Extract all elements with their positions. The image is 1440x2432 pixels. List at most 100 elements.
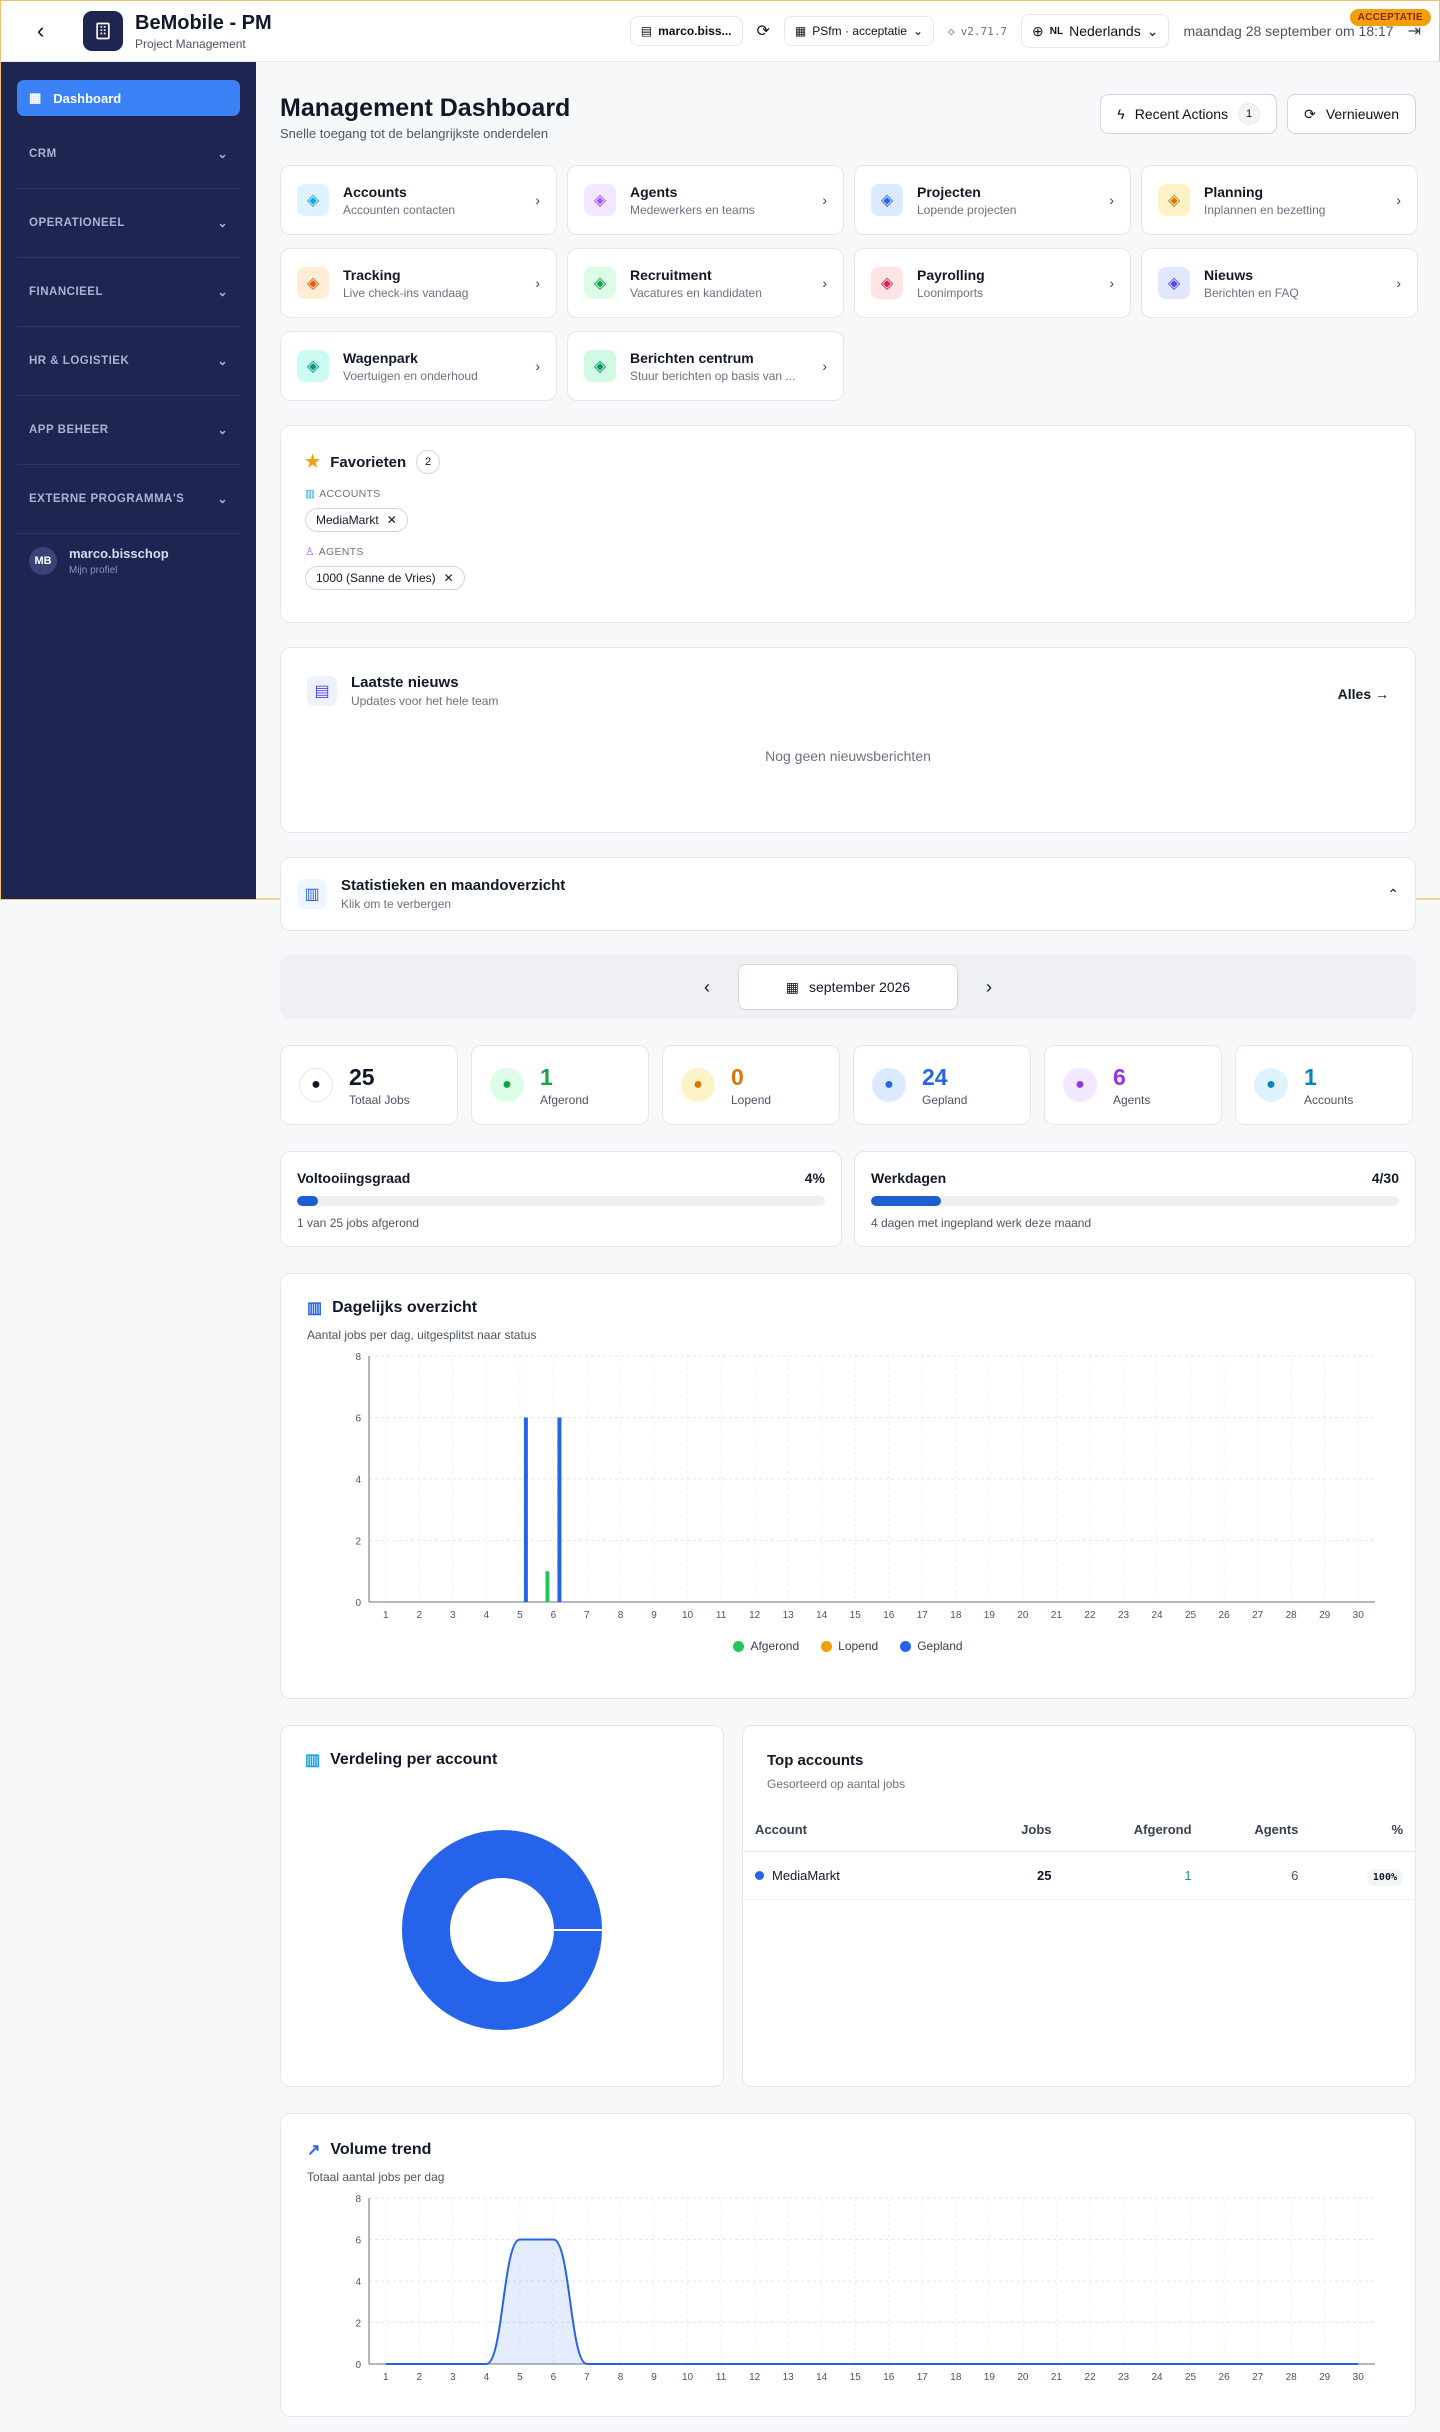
account-color-dot xyxy=(755,1870,764,1880)
kpi-agents: ● 6 Agents xyxy=(1044,1045,1222,1125)
x-tick-label: 15 xyxy=(850,2372,862,2383)
sidebar-section-financieel[interactable]: FINANCIEEL ⌄ xyxy=(17,258,240,327)
news-card: ▤ Laatste nieuws Updates voor het hele t… xyxy=(280,647,1416,833)
x-tick-label: 15 xyxy=(850,1610,862,1621)
column-header[interactable]: Agents xyxy=(1191,1809,1299,1852)
quick-link-wagenpark[interactable]: ◈ Wagenpark Voertuigen en onderhoud › xyxy=(280,331,557,401)
quick-link-tracking[interactable]: ◈ Tracking Live check-ins vandaag › xyxy=(280,248,557,318)
x-tick-label: 4 xyxy=(484,1610,490,1621)
x-tick-label: 25 xyxy=(1185,2372,1197,2383)
tile-title: Wagenpark xyxy=(343,349,418,366)
quick-link-recruitment[interactable]: ◈ Recruitment Vacatures en kandidaten › xyxy=(567,248,844,318)
x-tick-label: 27 xyxy=(1252,2372,1264,2383)
bar-gepland-day-6[interactable] xyxy=(557,1417,562,1603)
column-header[interactable]: Jobs xyxy=(977,1809,1052,1852)
kpi-totaal-jobs: ● 25 Totaal Jobs xyxy=(280,1045,458,1125)
x-tick-label: 14 xyxy=(816,2372,828,2383)
sidebar-section-hr-logistiek[interactable]: HR & LOGISTIEK ⌄ xyxy=(17,327,240,396)
refresh-icon: ⟳ xyxy=(1304,105,1316,122)
quick-link-accounts[interactable]: ◈ Accounts Accounten contacten › xyxy=(280,165,557,235)
page-subtitle: Snelle toegang tot de belangrijkste onde… xyxy=(280,126,549,141)
chevron-down-icon: ⌄ xyxy=(1146,22,1159,39)
kpi-value: 0 xyxy=(731,1063,744,1090)
legend-item[interactable]: Gepland xyxy=(900,1639,963,1653)
bar-gepland-day-5[interactable] xyxy=(523,1417,528,1603)
column-header[interactable]: Account xyxy=(743,1809,978,1852)
kpi-row: ● 25 Totaal Jobs ● 1 Afgerond ● 0 Lopend ● 24 Gepla… xyxy=(280,1045,1416,1125)
sidebar-section-crm[interactable]: CRM ⌄ xyxy=(17,120,240,189)
quick-link-payrolling[interactable]: ◈ Payrolling Loonimports › xyxy=(854,248,1131,318)
refresh-button[interactable]: ⟳ Vernieuwen xyxy=(1287,94,1416,134)
server-selector[interactable]: ▤ marco.biss... xyxy=(629,16,743,46)
favorites-group: ▥ ACCOUNTS xyxy=(305,488,1391,500)
profile-link[interactable]: MB marco.bisschop Mijn profiel xyxy=(17,546,240,576)
x-tick-label: 26 xyxy=(1219,2372,1231,2383)
bar-afgerond-day-6[interactable] xyxy=(545,1571,550,1602)
news-all-link[interactable]: Alles → xyxy=(1338,686,1389,708)
column-header[interactable]: Afgerond xyxy=(1051,1809,1192,1852)
x-tick-label: 4 xyxy=(484,2372,490,2383)
x-tick-label: 7 xyxy=(584,1610,590,1621)
progress-fill xyxy=(871,1196,942,1206)
quick-link-berichten-centrum[interactable]: ◈ Berichten centrum Stuur berichten op bas… xyxy=(567,331,844,401)
legend-label: Lopend xyxy=(838,1639,879,1653)
x-tick-label: 24 xyxy=(1151,2372,1163,2383)
x-tick-label: 9 xyxy=(651,2372,657,2383)
top-accounts-subtitle: Gesorteerd op aantal jobs xyxy=(767,1777,906,1791)
refresh-icon[interactable]: ⟳ xyxy=(757,21,770,41)
language-code: NL xyxy=(1049,25,1064,37)
favorite-chip[interactable]: 1000 (Sanne de Vries) ✕ xyxy=(305,566,465,590)
progress-note: 1 van 25 jobs afgerond xyxy=(297,1216,420,1230)
chevron-left-icon[interactable]: ‹ xyxy=(704,977,710,998)
quick-link-planning[interactable]: ◈ Planning Inplannen en bezetting › xyxy=(1141,165,1418,235)
y-tick-label: 8 xyxy=(355,1352,361,1363)
stats-toggle[interactable]: ▥ Statistieken en maandoverzicht Klik om… xyxy=(280,857,1416,931)
kpi-value: 1 xyxy=(540,1063,553,1090)
chevron-down-icon: ⌄ xyxy=(217,216,228,230)
progress-value: 4/30 xyxy=(1371,1170,1399,1186)
legend-item[interactable]: Lopend xyxy=(821,1639,878,1653)
chevron-right-icon[interactable]: › xyxy=(986,977,992,998)
x-tick-label: 22 xyxy=(1084,2372,1096,2383)
table-row[interactable]: MediaMarkt 25 1 6 100% xyxy=(743,1851,1415,1900)
legend-item[interactable]: Afgerond xyxy=(733,1639,799,1653)
sidebar-section-app-beheer[interactable]: APP BEHEER ⌄ xyxy=(17,396,240,465)
sidebar-section-externe-programmas[interactable]: EXTERNE PROGRAMMA'S ⌄ xyxy=(17,465,240,534)
top-accounts-card: Top accounts Gesorteerd op aantal jobs A… xyxy=(742,1725,1416,2087)
section-label: OPERATIONEEL xyxy=(29,217,125,229)
quick-link-projecten[interactable]: ◈ Projecten Lopende projecten › xyxy=(854,165,1131,235)
chart-title: Dagelijks overzicht xyxy=(332,1299,478,1316)
profile-sub: Mijn profiel xyxy=(69,565,118,576)
quick-link-agents[interactable]: ◈ Agents Medewerkers en teams › xyxy=(567,165,844,235)
kpi-lopend: ● 0 Lopend xyxy=(662,1045,840,1125)
building-icon: ▥ xyxy=(305,1752,321,1769)
document-icon: ◈ xyxy=(871,267,903,299)
recent-actions-button[interactable]: ϟ Recent Actions 1 xyxy=(1100,94,1278,134)
environment-label: PSfm · acceptatie xyxy=(812,24,907,38)
quick-link-nieuws[interactable]: ◈ Nieuws Berichten en FAQ › xyxy=(1141,248,1418,318)
x-tick-label: 13 xyxy=(783,2372,795,2383)
tile-subtitle: Medewerkers en teams xyxy=(630,202,755,217)
favorite-chip[interactable]: MediaMarkt ✕ xyxy=(305,508,408,532)
back-button[interactable]: ‹ xyxy=(37,18,63,44)
column-header[interactable]: % xyxy=(1298,1809,1415,1852)
chevron-up-icon: ⌃ xyxy=(1387,885,1399,902)
environment-selector[interactable]: ▦ PSfm · acceptatie ⌄ xyxy=(783,16,935,46)
tile-title: Planning xyxy=(1204,183,1264,200)
chevron-right-icon: › xyxy=(822,275,827,291)
language-selector[interactable]: ⊕ NL Nederlands ⌄ xyxy=(1021,14,1170,48)
month-picker[interactable]: ▦ september 2026 xyxy=(738,964,958,1010)
close-icon[interactable]: ✕ xyxy=(444,571,454,585)
favorites-group: ♙ AGENTS xyxy=(305,546,1391,558)
kpi-label: Afgerond xyxy=(540,1092,589,1107)
x-tick-label: 6 xyxy=(551,2372,557,2383)
y-tick-label: 8 xyxy=(355,2194,361,2205)
legend-dot xyxy=(733,1640,745,1652)
sidebar-item-dashboard[interactable]: ▦ Dashboard xyxy=(17,80,240,116)
sidebar-section-operationeel[interactable]: OPERATIONEEL ⌄ xyxy=(17,189,240,258)
news-subtitle: Updates voor het hele team xyxy=(351,694,499,708)
chart-legend: Afgerond Lopend Gepland xyxy=(307,1639,1389,1653)
app-logo xyxy=(83,11,123,51)
chevron-right-icon: › xyxy=(1109,275,1114,291)
close-icon[interactable]: ✕ xyxy=(387,513,397,527)
